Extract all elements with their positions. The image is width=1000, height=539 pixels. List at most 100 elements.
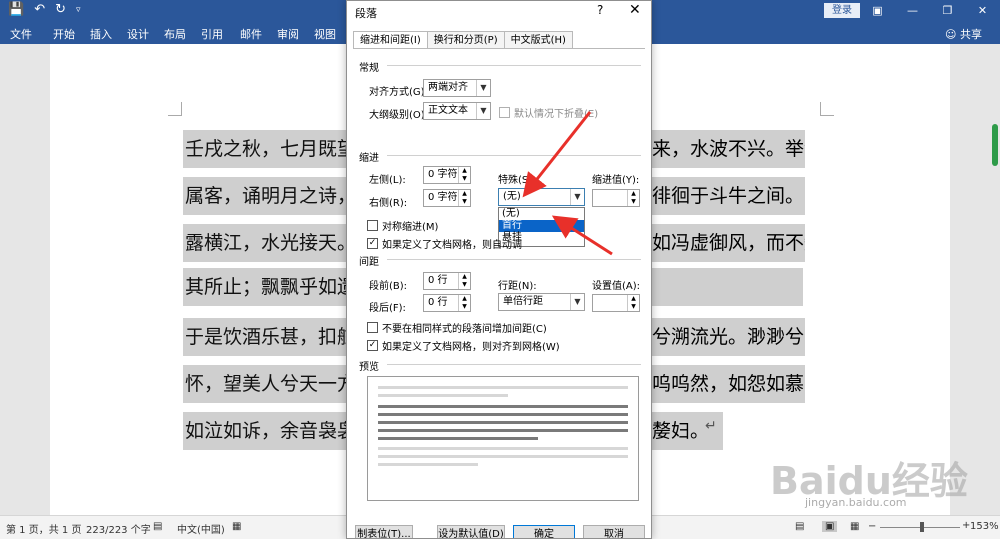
tab-file[interactable]: 文件	[10, 26, 32, 42]
right-indent-spinner[interactable]: 0 字符 ▲ ▼	[423, 189, 471, 207]
space-before-label: 段前(B):	[369, 281, 408, 292]
alignment-label: 对齐方式(G):	[369, 87, 428, 98]
section-divider	[387, 155, 641, 156]
spinner-arrows-icon[interactable]: ▲ ▼	[627, 190, 639, 206]
ok-button[interactable]: 确定	[513, 525, 575, 538]
spacing-at-spinner[interactable]: ▲ ▼	[592, 294, 640, 312]
page-count[interactable]: 第 1 页，共 1 页	[6, 521, 81, 536]
close-window-icon[interactable]: ✕	[965, 0, 1000, 22]
preview-line	[378, 386, 628, 389]
checkbox-box: ✓	[367, 340, 378, 351]
outline-level-label: 大纲级别(O):	[369, 110, 429, 121]
line-spacing-value: 单倍行距	[503, 296, 543, 307]
tab-layout[interactable]: 布局	[164, 26, 186, 42]
special-indent-select[interactable]: (无) ▼	[498, 188, 585, 206]
tabs-button[interactable]: 制表位(T)...	[355, 525, 413, 538]
help-icon[interactable]: ?	[597, 3, 603, 17]
section-divider	[387, 65, 641, 66]
dialog-title: 段落	[355, 7, 377, 20]
no-space-same-style-checkbox[interactable]: 不要在相同样式的段落间增加间距(C)	[367, 320, 547, 335]
zoom-slider-thumb[interactable]	[920, 522, 924, 532]
zoom-level[interactable]: 153%	[970, 521, 999, 532]
tab-review[interactable]: 审阅	[277, 26, 299, 42]
read-mode-icon[interactable]: ▤	[795, 521, 804, 532]
auto-adjust-grid-label: 如果定义了文档网格，则自动调	[382, 240, 522, 251]
scroll-indicator[interactable]	[992, 124, 998, 166]
space-after-spinner[interactable]: 0 行 ▲ ▼	[423, 294, 471, 312]
section-divider	[387, 364, 641, 365]
login-button[interactable]: 登录	[824, 3, 860, 18]
left-indent-label: 左侧(L):	[369, 175, 406, 186]
redo-icon[interactable]: ↻	[55, 2, 66, 17]
outline-level-select[interactable]: 正文文本 ▼	[423, 102, 491, 120]
cancel-button[interactable]: 取消	[583, 525, 645, 538]
section-indentation: 缩进	[359, 153, 379, 164]
section-preview: 预览	[359, 362, 379, 373]
web-layout-icon[interactable]: ▦	[850, 521, 859, 532]
tab-mailings[interactable]: 邮件	[240, 26, 262, 42]
checkbox-box	[499, 107, 510, 118]
mirror-indent-checkbox[interactable]: 对称缩进(M)	[367, 218, 438, 233]
left-indent-spinner[interactable]: 0 字符 ▲ ▼	[423, 166, 471, 184]
indent-by-spinner[interactable]: ▲ ▼	[592, 189, 640, 207]
tab-references[interactable]: 引用	[201, 26, 223, 42]
left-indent-value: 0 字符	[428, 169, 458, 180]
macro-icon[interactable]: ▦	[232, 521, 241, 532]
watermark-url: jingyan.baidu.com	[805, 496, 907, 509]
print-layout-icon[interactable]: ▣	[822, 521, 838, 532]
minimize-icon[interactable]: —	[895, 0, 930, 22]
margin-corner-mark	[820, 102, 834, 116]
preview-line	[378, 463, 478, 466]
tab-line-page-breaks[interactable]: 换行和分页(P)	[426, 31, 505, 49]
ribbon-display-icon[interactable]: ▣	[860, 0, 895, 22]
mirror-indent-label: 对称缩进(M)	[382, 222, 439, 233]
person-icon: ☺	[945, 28, 957, 41]
tab-asian-typography[interactable]: 中文版式(H)	[503, 31, 573, 49]
word-count[interactable]: 223/223 个字	[86, 521, 151, 536]
text-fragment[interactable]: 嫠妇。	[652, 412, 700, 450]
spinner-arrows-icon[interactable]: ▲ ▼	[458, 190, 470, 206]
indent-by-label: 缩进值(Y):	[592, 175, 640, 186]
dialog-tabs: 缩进和间距(I) 换行和分页(P) 中文版式(H)	[353, 31, 573, 49]
share-button[interactable]: ☺ 共享	[945, 26, 982, 42]
collapse-checkbox[interactable]: 默认情况下折叠(E)	[499, 105, 598, 120]
alignment-select[interactable]: 两端对齐 ▼	[423, 79, 491, 97]
preview-line	[378, 405, 628, 408]
snap-to-grid-checkbox[interactable]: ✓ 如果定义了文档网格，则对齐到网格(W)	[367, 338, 560, 353]
tab-view[interactable]: 视图	[314, 26, 336, 42]
auto-adjust-grid-checkbox[interactable]: ✓ 如果定义了文档网格，则自动调	[367, 236, 522, 251]
text-fragment[interactable]: 如冯虚御风，而不知	[652, 224, 805, 262]
customize-icon[interactable]: ▿	[76, 5, 81, 15]
chevron-down-icon: ▼	[476, 103, 490, 119]
zoom-out-icon[interactable]: −	[868, 521, 876, 532]
section-divider	[387, 259, 641, 260]
text-fragment[interactable]: 徘徊于斗牛之间。白	[652, 177, 805, 215]
tab-insert[interactable]: 插入	[90, 26, 112, 42]
spinner-arrows-icon[interactable]: ▲ ▼	[458, 167, 470, 183]
spinner-arrows-icon[interactable]: ▲ ▼	[458, 273, 470, 289]
save-icon[interactable]: 💾	[8, 2, 24, 17]
quick-access-toolbar: 💾 ↶ ↻ ▿	[8, 2, 81, 17]
text-fragment[interactable]: 兮溯流光。渺渺兮予	[652, 318, 805, 356]
tab-design[interactable]: 设计	[127, 26, 149, 42]
line-spacing-select[interactable]: 单倍行距 ▼	[498, 293, 585, 311]
option-first-line[interactable]: 首行	[499, 220, 584, 232]
checkbox-box	[367, 322, 378, 333]
close-icon[interactable]: ✕	[629, 2, 641, 18]
text-fragment[interactable]: 来，水波不兴。举酒	[652, 130, 805, 168]
tab-home[interactable]: 开始	[53, 26, 75, 42]
text-fragment[interactable]: 呜呜然，如怨如慕，	[652, 365, 805, 403]
checkbox-box: ✓	[367, 238, 378, 249]
preview-line	[378, 429, 628, 432]
option-none[interactable]: (无)	[499, 208, 584, 220]
proofing-icon[interactable]: ▤	[153, 521, 162, 532]
checkbox-box	[367, 220, 378, 231]
spinner-arrows-icon[interactable]: ▲ ▼	[627, 295, 639, 311]
space-before-spinner[interactable]: 0 行 ▲ ▼	[423, 272, 471, 290]
tab-indents-spacing[interactable]: 缩进和间距(I)	[353, 31, 428, 49]
undo-icon[interactable]: ↶	[34, 2, 45, 17]
maximize-icon[interactable]: ❐	[930, 0, 965, 22]
spinner-arrows-icon[interactable]: ▲ ▼	[458, 295, 470, 311]
set-default-button[interactable]: 设为默认值(D)	[437, 525, 505, 538]
language[interactable]: 中文(中国)	[177, 521, 225, 536]
